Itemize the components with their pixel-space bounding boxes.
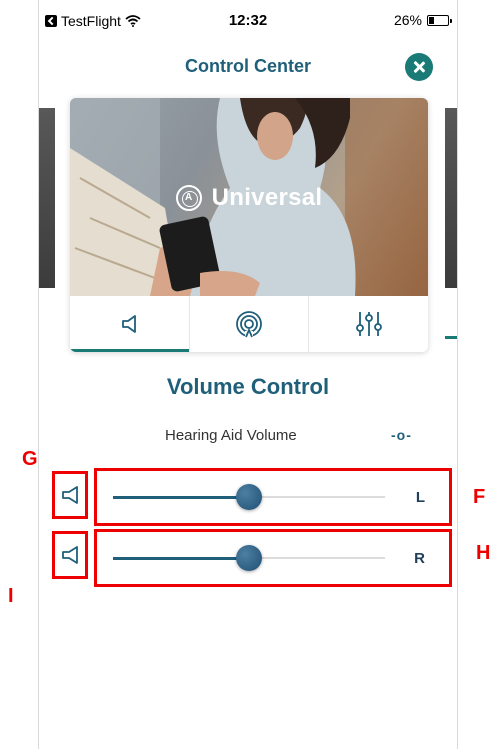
- section-title: Volume Control: [166, 374, 330, 399]
- left-volume-slider-row: L: [94, 468, 452, 526]
- speaker-icon: [62, 546, 78, 564]
- right-volume-fill: [113, 556, 249, 560]
- program-card[interactable]: A Universal: [70, 98, 428, 352]
- annotation-f: F: [473, 486, 486, 508]
- annotation-g: G: [22, 448, 38, 470]
- next-card-tab-indicator: [445, 336, 457, 339]
- right-volume-slider-row: R: [94, 529, 452, 587]
- speaker-icon: [122, 315, 137, 333]
- speaker-icon: [62, 486, 78, 504]
- previous-program-card[interactable]: [39, 108, 55, 288]
- annotation-h: H: [476, 542, 491, 564]
- link-sides-toggle[interactable]: -o-: [391, 427, 412, 443]
- tab-equalizer[interactable]: [309, 296, 428, 352]
- sliders-icon: [355, 312, 382, 336]
- program-a-icon: A: [175, 185, 202, 211]
- program-label: A Universal: [70, 184, 428, 212]
- next-program-card[interactable]: [445, 108, 457, 288]
- battery-icon: [427, 14, 452, 26]
- left-side-label: L: [415, 489, 425, 506]
- page-title: Control Center: [185, 56, 311, 76]
- right-volume-thumb[interactable]: [236, 545, 262, 571]
- program-photo: A Universal: [70, 98, 428, 296]
- left-volume-thumb[interactable]: [236, 484, 262, 510]
- mute-left-button[interactable]: [52, 471, 88, 519]
- hearing-aid-volume-label: Hearing Aid Volume: [165, 427, 297, 444]
- annotation-i: I: [8, 585, 14, 607]
- left-volume-fill: [113, 495, 249, 499]
- battery-percent: 26%: [393, 12, 422, 28]
- mute-right-button[interactable]: [52, 531, 88, 579]
- control-tabs: [70, 296, 428, 352]
- battery-status: 26%: [393, 12, 452, 28]
- tab-streaming[interactable]: [190, 296, 310, 352]
- phone-screen: TestFlight 12:32 26% Control Center A Un…: [38, 0, 458, 749]
- tab-volume[interactable]: [70, 296, 190, 352]
- broadcast-icon: [236, 311, 262, 338]
- status-bar: TestFlight 12:32 26%: [39, 0, 457, 40]
- program-name: Universal: [211, 184, 323, 211]
- close-button[interactable]: [405, 53, 433, 81]
- right-side-label: R: [414, 550, 425, 567]
